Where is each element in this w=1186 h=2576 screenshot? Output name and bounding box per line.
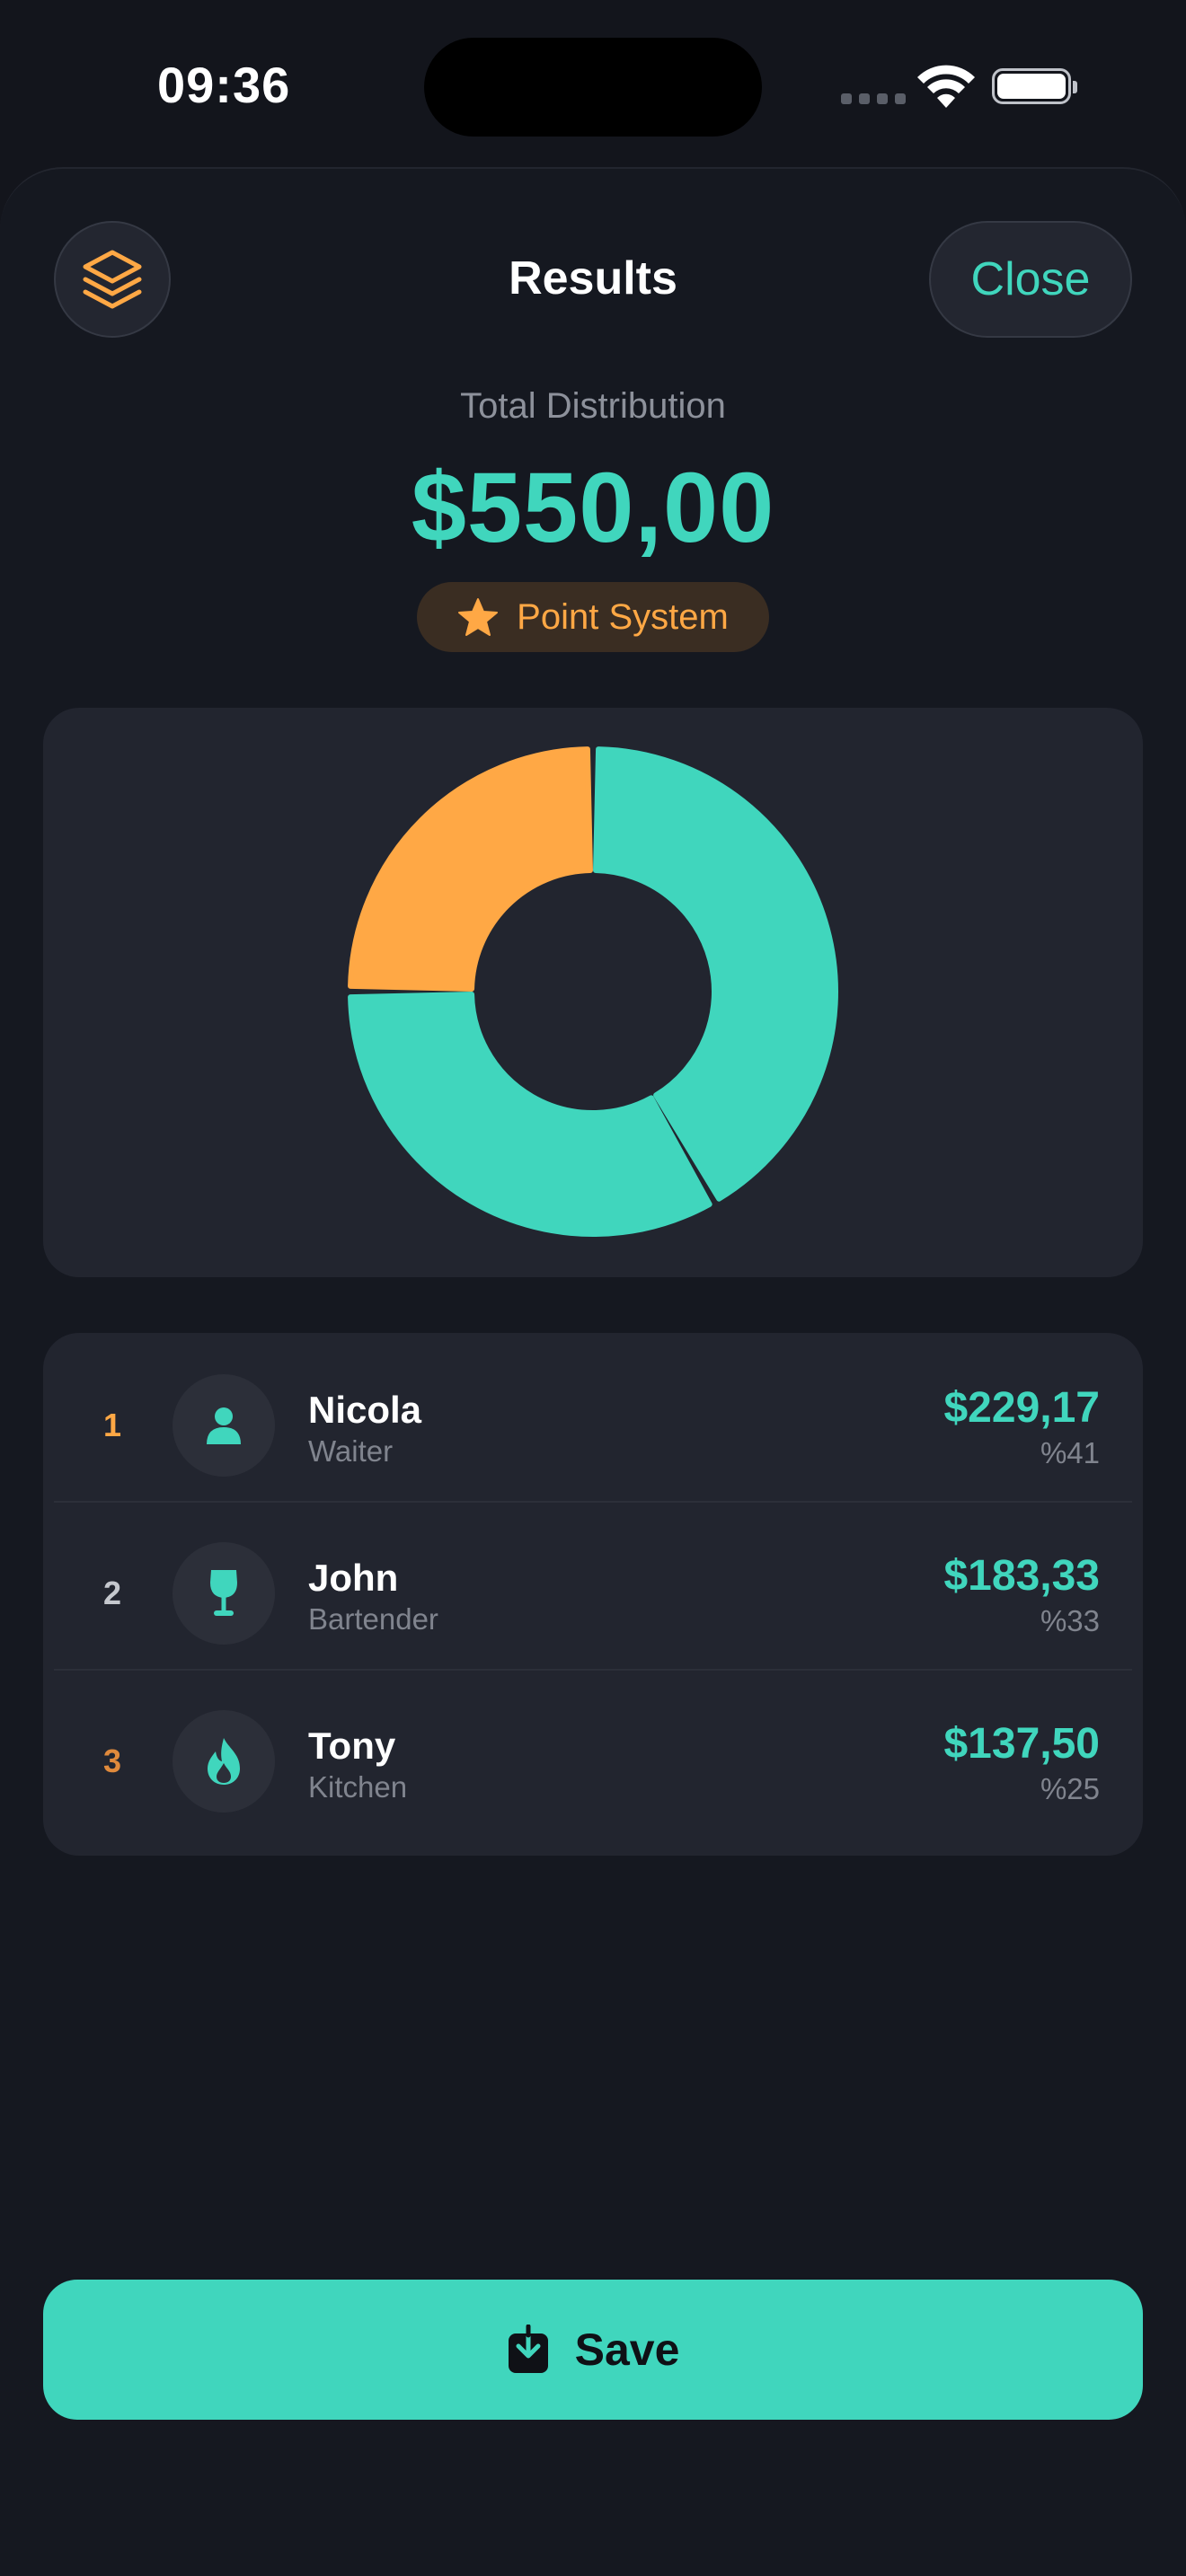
divider xyxy=(54,1501,1132,1503)
member-role: Kitchen xyxy=(308,1770,408,1804)
person-icon xyxy=(207,1407,241,1444)
donut-chart xyxy=(348,746,838,1237)
member-percent: %25 xyxy=(1040,1772,1100,1805)
avatar xyxy=(173,1710,275,1813)
status-time: 09:36 xyxy=(157,57,291,113)
avatar xyxy=(173,1542,275,1645)
point-system-badge: Point System xyxy=(417,582,769,652)
cellular-signal-icon xyxy=(841,93,906,104)
member-amount: $229,17 xyxy=(943,1384,1100,1432)
member-amount: $137,50 xyxy=(943,1720,1100,1768)
flame-icon xyxy=(208,1738,240,1785)
point-system-label: Point System xyxy=(517,596,729,637)
member-role: Waiter xyxy=(308,1434,394,1468)
member-percent: %33 xyxy=(1040,1604,1100,1637)
donut-slice-john xyxy=(348,992,712,1237)
rank-number: 2 xyxy=(102,1575,122,1611)
status-bar: 09:36 xyxy=(0,0,1186,171)
list-item[interactable]: 1 Nicola Waiter $229,17 %41 xyxy=(43,1333,1143,1501)
member-amount: $183,33 xyxy=(943,1552,1100,1600)
list-item[interactable]: 2 John Bartender $183,33 %33 xyxy=(43,1501,1143,1669)
member-name: Tony xyxy=(308,1725,396,1767)
close-button[interactable]: Close xyxy=(929,221,1132,338)
distribution-chart-card xyxy=(43,708,1143,1277)
wine-glass-icon xyxy=(210,1570,237,1616)
results-list: 1 Nicola Waiter $229,17 %41 2 John Barte… xyxy=(43,1333,1143,1856)
rank-number: 3 xyxy=(102,1742,122,1779)
total-distribution-label: Total Distribution xyxy=(460,386,726,426)
save-label: Save xyxy=(574,2325,680,2375)
battery-icon xyxy=(992,68,1077,104)
member-name: Nicola xyxy=(308,1389,422,1431)
avatar xyxy=(173,1374,275,1477)
list-item[interactable]: 3 Tony Kitchen $137,50 %25 xyxy=(43,1669,1143,1837)
download-icon xyxy=(508,2325,548,2373)
save-button[interactable]: Save xyxy=(43,2280,1143,2420)
member-percent: %41 xyxy=(1040,1436,1100,1469)
wifi-icon xyxy=(917,65,975,108)
divider xyxy=(54,1669,1132,1671)
star-icon xyxy=(458,598,499,636)
member-name: John xyxy=(308,1557,399,1599)
rank-number: 1 xyxy=(102,1407,122,1443)
donut-slice-tony xyxy=(348,746,593,992)
dynamic-island xyxy=(424,38,762,137)
member-role: Bartender xyxy=(308,1602,438,1636)
total-amount: $550,00 xyxy=(411,453,775,563)
